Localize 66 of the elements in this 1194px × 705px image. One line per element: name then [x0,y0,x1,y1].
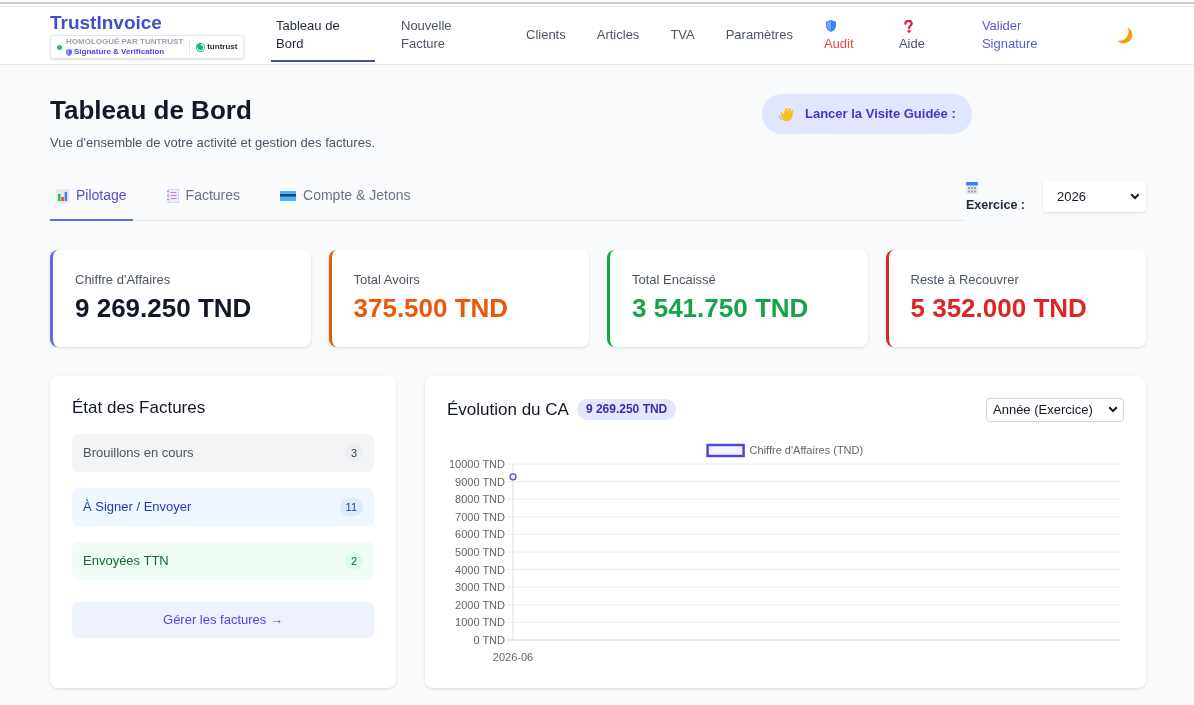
axis-label: 5000 TND [455,546,505,558]
question-mark-icon [903,19,913,33]
stat-value: 9 269.250 TND [75,292,252,324]
revenue-total-badge: 9 269.250 TND [576,399,677,420]
nav-link[interactable]: Aide [893,7,956,62]
axis-label: 7000 TND [455,510,505,523]
page-title: Tableau de Bord [50,94,252,126]
nav-link[interactable]: Valider Signature [976,7,1081,62]
manage-invoices-button[interactable]: Gérer les factures → [72,602,374,638]
status-label: À Signer / Envoyer [83,498,192,517]
chevron-down-icon [1130,193,1140,200]
notepad-icon [166,188,179,203]
stat-label: Reste à Recouvrer [910,272,1019,288]
status-label: Brouillons en cours [83,444,194,463]
chevron-down-icon [1108,406,1118,413]
calendar-icon [965,180,978,194]
waving-hand-icon [779,106,795,122]
certification-caption: HOMOLOGUÉ PAR TUNTRUST [66,37,184,47]
certification-feature: Signature & Verification [74,47,165,57]
axis-label: 2026-06 [492,651,534,663]
panel-title: État des Factures [72,397,206,419]
axis-label: 3000 TND [455,581,505,594]
moon-icon[interactable] [1116,27,1133,44]
axis-label: 10000 TND [448,458,505,470]
axis-label: 1000 TND [455,616,505,629]
credit-card-icon [280,190,297,201]
fiscal-year-select[interactable]: 2026 [1043,181,1146,212]
panel-title: Évolution du CA [447,398,569,421]
axis-label: 9000 TND [455,475,505,488]
fiscal-year-label: Exercice : [965,196,1025,213]
count-badge: 3 [344,443,363,463]
tab[interactable]: Pilotage [50,172,133,221]
status-label: Envoyées TTN [83,552,169,571]
axis-label: 6000 TND [455,528,505,541]
stat-label: Total Encaissé [632,272,716,288]
tab[interactable]: Factures [160,172,247,221]
partner-name: tuntrust [207,41,238,53]
count-badge: 2 [344,551,363,571]
app-name: TrustInvoice [50,12,162,34]
nav-link[interactable]: Articles [591,7,645,62]
page-subtitle: Vue d'ensemble de votre activité et gestion des factures. [50,134,376,152]
axis-label: 0 TND [473,634,505,646]
stat-label: Chiffre d'Affaires [75,272,171,288]
stat-label: Total Avoirs [353,272,420,288]
stat-value: 375.500 TND [353,292,509,324]
period-select[interactable]: Année (Exercice) [986,397,1124,422]
shield-icon [66,48,72,56]
stat-value: 3 541.750 TND [632,292,809,324]
axis-label: 2000 TND [455,598,505,611]
axis-label: 8000 TND [455,493,505,506]
bar-chart-icon [56,188,69,203]
nav-link[interactable]: Audit [818,7,873,62]
nav-link[interactable]: Paramètres [720,7,798,62]
tab[interactable]: Compte & Jetons [274,172,417,221]
shield-icon [825,20,836,32]
nav-link[interactable]: TVA [665,7,700,62]
axis-label: 4000 TND [455,563,505,576]
status-dot-icon [57,44,62,50]
count-badge: 11 [339,497,363,517]
partner-logo-icon [196,42,206,52]
legend-label: Chiffre d'Affaires (TND) [749,444,864,456]
nav-link[interactable]: Clients [521,7,571,62]
guided-tour-button[interactable]: Lancer la Visite Guidée : [762,94,972,134]
stat-value: 5 352.000 TND [910,292,1087,324]
nav-link[interactable]: Nouvelle Facture [396,7,500,62]
nav-link[interactable]: Tableau de Bord [271,7,375,62]
